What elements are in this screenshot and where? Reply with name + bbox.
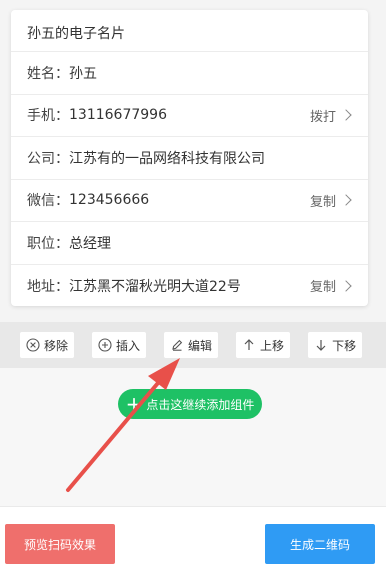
card-area: 孙五的电子名片 姓名： 孙五 手机： 13116677996 拨打 公司： 江苏… (0, 0, 386, 322)
call-action[interactable]: 拨打 (309, 106, 352, 125)
position-value: 总经理 (69, 235, 111, 252)
move-down-button[interactable]: 下移 (308, 332, 363, 358)
insert-icon (98, 338, 112, 352)
remove-button[interactable]: 移除 (20, 332, 75, 358)
chevron-right-icon (340, 194, 352, 206)
wechat-row[interactable]: 微信： 123456666 复制 (11, 180, 368, 222)
name-value: 孙五 (69, 65, 97, 82)
chevron-right-icon (340, 280, 352, 292)
preview-scan-button[interactable]: 预览扫码效果 (5, 524, 115, 564)
insert-label: 插入 (116, 338, 141, 353)
bottom-bar: 预览扫码效果 生成二维码 (0, 506, 386, 576)
wechat-label: 微信： (27, 193, 69, 210)
component-toolbar: 移除 插入 编辑 上移 下移 (0, 322, 386, 368)
position-label: 职位： (27, 235, 69, 252)
address-label: 地址： (27, 278, 69, 295)
remove-label: 移除 (44, 338, 69, 353)
add-component-area: + 点击这继续添加组件 (0, 368, 386, 506)
position-row: 职位： 总经理 (11, 222, 368, 265)
edit-label: 编辑 (188, 338, 213, 353)
company-row: 公司： 江苏有的一品网络科技有限公司 (11, 137, 368, 180)
move-up-label: 上移 (260, 338, 285, 353)
phone-row[interactable]: 手机： 13116677996 拨打 (11, 95, 368, 137)
card-title: 孙五的电子名片 (11, 10, 368, 52)
move-up-button[interactable]: 上移 (236, 332, 291, 358)
call-label: 拨打 (309, 109, 336, 125)
name-row: 姓名： 孙五 (11, 52, 368, 95)
plus-icon: + (125, 392, 143, 416)
address-value: 江苏黑不溜秋光明大道22号 (69, 278, 241, 295)
chevron-right-icon (340, 109, 352, 121)
phone-value: 13116677996 (69, 107, 167, 124)
business-card[interactable]: 孙五的电子名片 姓名： 孙五 手机： 13116677996 拨打 公司： 江苏… (11, 10, 368, 306)
wechat-value: 123456666 (69, 192, 150, 209)
add-component-label: 点击这继续添加组件 (146, 397, 255, 412)
insert-button[interactable]: 插入 (92, 332, 147, 358)
company-label: 公司： (27, 150, 69, 167)
pencil-icon (172, 339, 183, 351)
generate-qrcode-button[interactable]: 生成二维码 (265, 524, 375, 564)
copy-address-action[interactable]: 复制 (309, 276, 352, 296)
remove-icon (26, 338, 40, 352)
page: 孙五的电子名片 姓名： 孙五 手机： 13116677996 拨打 公司： 江苏… (0, 0, 386, 576)
company-value: 江苏有的一品网络科技有限公司 (69, 150, 265, 167)
phone-label: 手机： (27, 108, 69, 125)
add-component-button[interactable]: + 点击这继续添加组件 (118, 389, 262, 419)
copy-label: 复制 (309, 280, 336, 296)
arrow-down-icon (316, 340, 326, 351)
copy-label: 复制 (309, 194, 336, 210)
name-label: 姓名： (27, 65, 69, 82)
address-row[interactable]: 地址： 江苏黑不溜秋光明大道22号 复制 (11, 265, 368, 308)
edit-button[interactable]: 编辑 (164, 332, 219, 358)
move-down-label: 下移 (332, 338, 357, 353)
arrow-up-icon (244, 339, 254, 350)
copy-wechat-action[interactable]: 复制 (309, 191, 352, 210)
